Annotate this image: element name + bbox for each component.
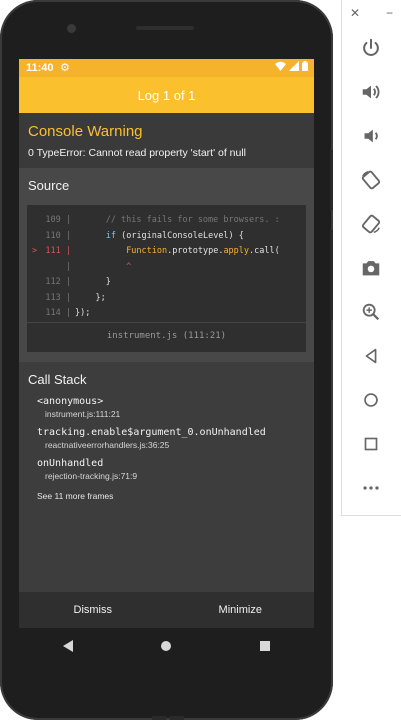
- code-text: // this fails for some browsers. :: [75, 215, 280, 225]
- gutter-separator: |: [60, 308, 71, 318]
- code-line-number: 109 |: [27, 213, 75, 229]
- code-frame[interactable]: 109 | // this fails for some browsers. :…: [27, 205, 306, 352]
- device-screen: 11:40 ⚙ Log 1 of 1 Console Warning 0 Typ…: [19, 59, 314, 628]
- gutter-separator: |: [60, 277, 71, 287]
- warning-panel: Console Warning 0 TypeError: Cannot read…: [19, 113, 314, 168]
- line-number: 111: [45, 246, 61, 256]
- call-stack-title: Call Stack: [28, 372, 87, 387]
- signal-icon: [289, 61, 299, 71]
- code-line: >111 | Function.prototype.apply.call(: [27, 244, 280, 260]
- code-text: });: [75, 308, 91, 318]
- minimize-button[interactable]: Minimize: [167, 592, 315, 628]
- nav-back-icon[interactable]: [63, 640, 74, 652]
- code-line-number: 112 |: [27, 275, 75, 291]
- code-file-location[interactable]: instrument.js (111:21): [27, 331, 306, 341]
- rotate-right-icon[interactable]: [359, 212, 383, 236]
- error-line-marker: >: [32, 246, 38, 256]
- code-text: };: [75, 292, 106, 303]
- action-bar: Dismiss Minimize: [19, 592, 314, 628]
- power-icon[interactable]: [359, 36, 383, 60]
- gutter-separator: |: [60, 230, 71, 241]
- line-number: 114: [45, 308, 61, 318]
- gutter-separator: |: [60, 261, 71, 272]
- code-line-number: 114 |: [27, 306, 75, 322]
- stack-frame[interactable]: tracking.enable$argument_0.onUnhandled r…: [37, 427, 266, 450]
- nav-home-icon[interactable]: [161, 641, 172, 651]
- code-line-number: |: [27, 260, 75, 276]
- code-line-number: 113 |: [27, 291, 75, 307]
- log-header: Log 1 of 1: [19, 77, 314, 113]
- code-divider: [27, 322, 306, 323]
- stack-frame-function: <anonymous>: [37, 396, 104, 407]
- home-icon[interactable]: [359, 388, 383, 412]
- stack-frame-function: tracking.enable$argument_0.onUnhandled: [37, 427, 266, 438]
- emulator-window-controls: ✕ −: [350, 6, 393, 22]
- warning-title: Console Warning: [28, 123, 143, 140]
- rotate-left-icon[interactable]: [359, 168, 383, 192]
- code-line-number: >111 |: [27, 244, 75, 260]
- code-text: if (originalConsoleLevel) {: [105, 230, 244, 241]
- code-line: 113 | };: [27, 291, 280, 307]
- phone-bottom-detail: [152, 716, 166, 720]
- volume-down-icon[interactable]: [359, 124, 383, 148]
- volume-up-icon[interactable]: [359, 80, 383, 104]
- front-camera: [67, 24, 76, 33]
- gutter-separator: |: [60, 215, 71, 225]
- gutter-separator: |: [60, 292, 71, 303]
- back-icon[interactable]: [359, 344, 383, 368]
- wifi-icon: [275, 61, 286, 71]
- code-line: | ^: [27, 260, 280, 276]
- phone-frame: 11:40 ⚙ Log 1 of 1 Console Warning 0 Typ…: [0, 0, 333, 720]
- code-line: 112 | }: [27, 275, 280, 291]
- camera-icon[interactable]: [359, 256, 383, 280]
- source-section: Source 109 | // this fails for some brow…: [19, 168, 314, 362]
- code-text: Function.prototype.apply.call(: [126, 246, 280, 256]
- power-side-button: [330, 150, 333, 210]
- gutter-separator: |: [60, 246, 71, 256]
- earpiece-speaker: [136, 26, 194, 30]
- code-line-number: 110 |: [27, 229, 75, 245]
- minimize-icon[interactable]: −: [386, 6, 393, 22]
- system-icons: [275, 61, 308, 71]
- status-bar: 11:40 ⚙: [19, 59, 314, 77]
- stack-frame[interactable]: onUnhandled rejection-tracking.js:71:9: [37, 458, 137, 481]
- code-text: }: [75, 277, 111, 287]
- stack-frame-function: onUnhandled: [37, 458, 104, 469]
- line-number: 110: [45, 230, 61, 241]
- volume-side-button: [330, 230, 333, 320]
- line-number: 112: [45, 277, 61, 287]
- close-icon[interactable]: ✕: [350, 6, 360, 22]
- warning-message: 0 TypeError: Cannot read property 'start…: [28, 147, 247, 159]
- source-title: Source: [28, 178, 70, 193]
- status-time: 11:40: [26, 62, 54, 74]
- emulator-toolbar: ✕ −: [341, 0, 401, 516]
- stack-frame[interactable]: <anonymous> instrument.js:111:21: [37, 396, 120, 419]
- code-text: ^: [75, 261, 132, 272]
- dismiss-button[interactable]: Dismiss: [19, 592, 167, 628]
- see-more-frames-link[interactable]: See 11 more frames: [37, 491, 113, 501]
- nav-overview-icon[interactable]: [259, 641, 270, 651]
- log-title: Log 1 of 1: [137, 87, 196, 103]
- call-stack-section: Call Stack <anonymous> instrument.js:111…: [19, 362, 314, 592]
- code-line: 110 | if (originalConsoleLevel) {: [27, 229, 280, 245]
- more-icon[interactable]: [359, 476, 383, 500]
- android-nav-bar: [19, 628, 314, 664]
- line-number: 109: [45, 215, 61, 225]
- zoom-icon[interactable]: [359, 300, 383, 324]
- code-line: 109 | // this fails for some browsers. :: [27, 213, 280, 229]
- stack-frame-file: rejection-tracking.js:71:9: [45, 471, 138, 481]
- code-line: 114 |});: [27, 306, 280, 322]
- line-number: 113: [45, 292, 61, 303]
- settings-icon: ⚙: [60, 62, 70, 74]
- stack-frame-file: reactnativeerrorhandlers.js:36:25: [45, 440, 170, 450]
- battery-icon: [302, 61, 308, 71]
- code-lines: 109 | // this fails for some browsers. :…: [27, 213, 280, 322]
- overview-icon[interactable]: [359, 432, 383, 456]
- phone-bottom-detail: [170, 716, 184, 720]
- stack-frame-file: instrument.js:111:21: [45, 409, 121, 419]
